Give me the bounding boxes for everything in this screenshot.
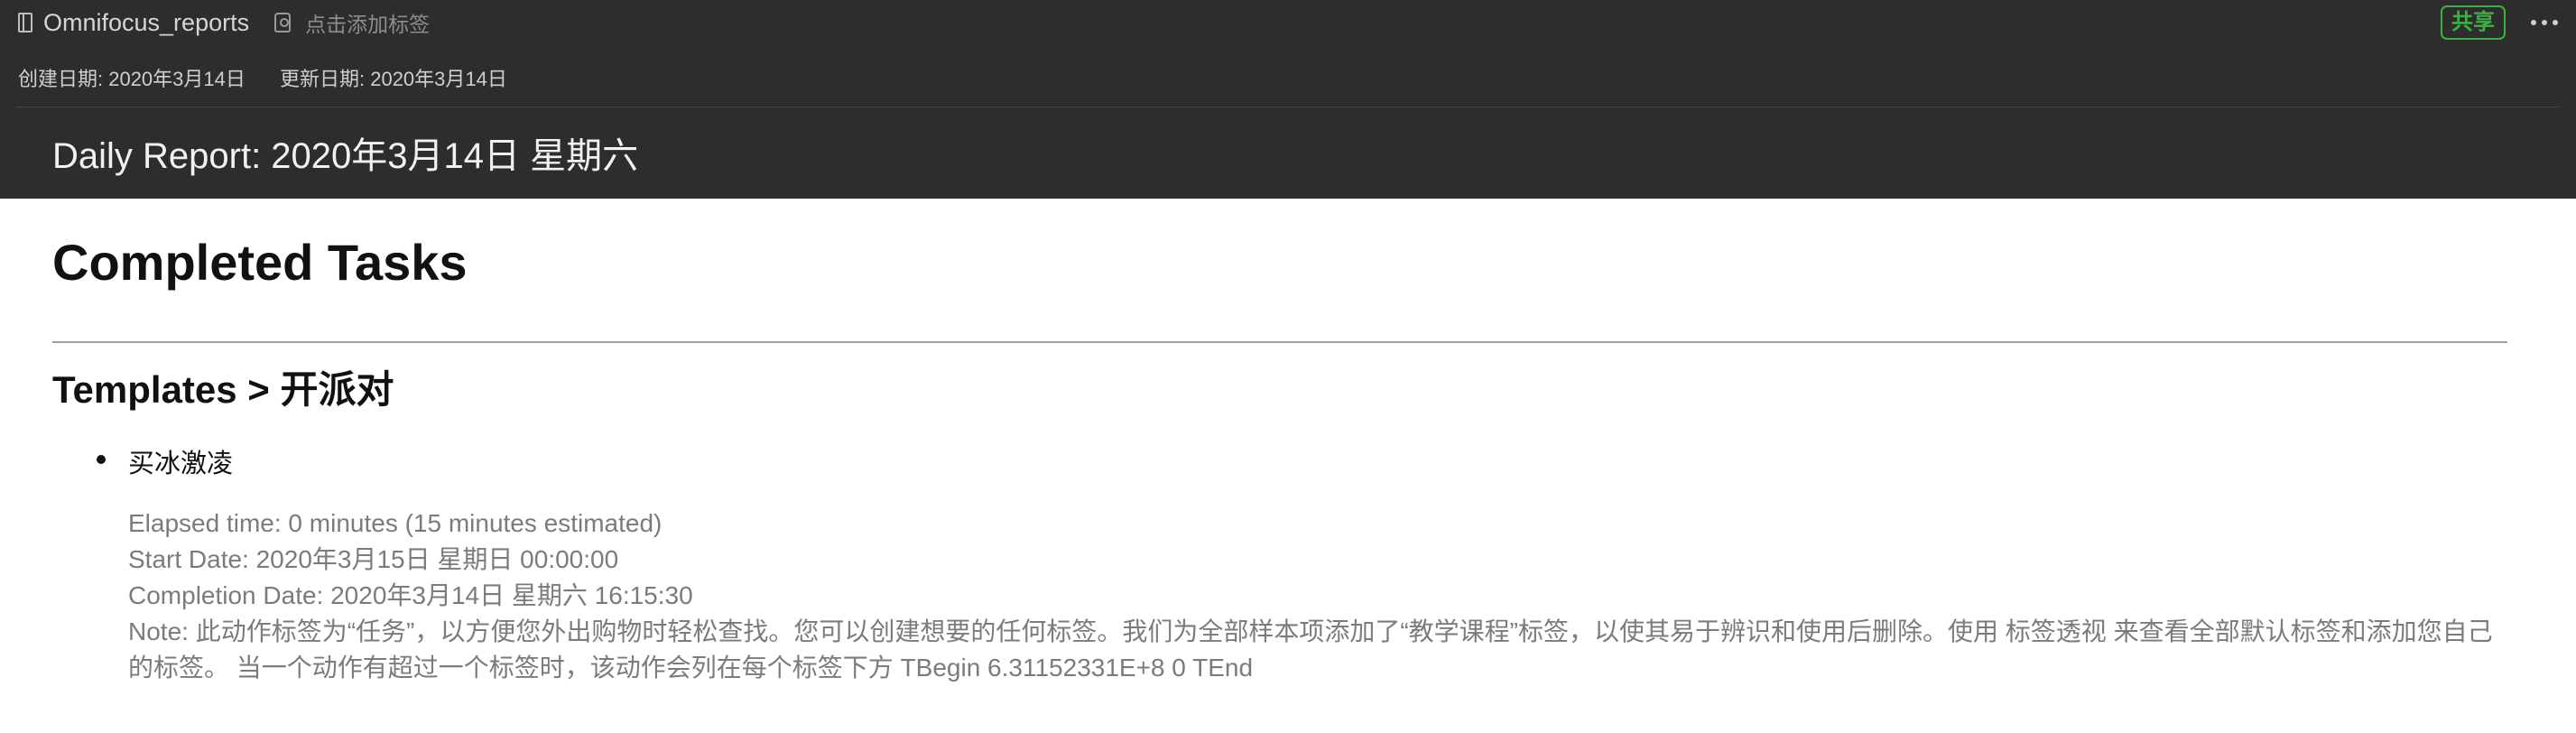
add-tag-button[interactable]: 点击添加标签 [305, 7, 430, 38]
completed-tasks-heading: Completed Tasks [52, 234, 468, 291]
bullet-icon [97, 455, 106, 464]
tag-icon[interactable] [274, 13, 292, 32]
notebook-icon [18, 13, 32, 32]
notebook-name[interactable]: Omnifocus_reports [43, 9, 249, 37]
more-options-icon[interactable] [2531, 20, 2558, 25]
note-title[interactable]: Daily Report: 2020年3月14日 星期六 [52, 126, 638, 179]
note-header: Omnifocus_reports 点击添加标签 共享 创建日期: 2020年3… [0, 0, 2576, 199]
list-item: 买冰激凌 [97, 442, 234, 480]
updated-date: 更新日期: 2020年3月14日 [280, 68, 507, 90]
horizontal-rule [52, 341, 2507, 343]
created-date: 创建日期: 2020年3月14日 [18, 68, 246, 90]
section-heading: Templates > 开派对 [52, 368, 394, 411]
start-date: Start Date: 2020年3月15日 星期日 00:00:00 [128, 545, 619, 573]
note-dates: 创建日期: 2020年3月14日 更新日期: 2020年3月14日 [18, 63, 507, 92]
task-title: 买冰激凌 [128, 450, 234, 478]
task-note: Note: 此动作标签为“任务”，以方便您外出购物时轻松查找。您可以创建想要的任… [128, 617, 2493, 682]
task-details: Elapsed time: 0 minutes (15 minutes esti… [128, 506, 2511, 686]
header-toolbar: Omnifocus_reports 点击添加标签 共享 [18, 0, 2558, 45]
elapsed-time: Elapsed time: 0 minutes (15 minutes esti… [128, 509, 663, 537]
completion-date: Completion Date: 2020年3月14日 星期六 16:15:30 [128, 581, 693, 609]
share-button[interactable]: 共享 [2441, 5, 2506, 40]
